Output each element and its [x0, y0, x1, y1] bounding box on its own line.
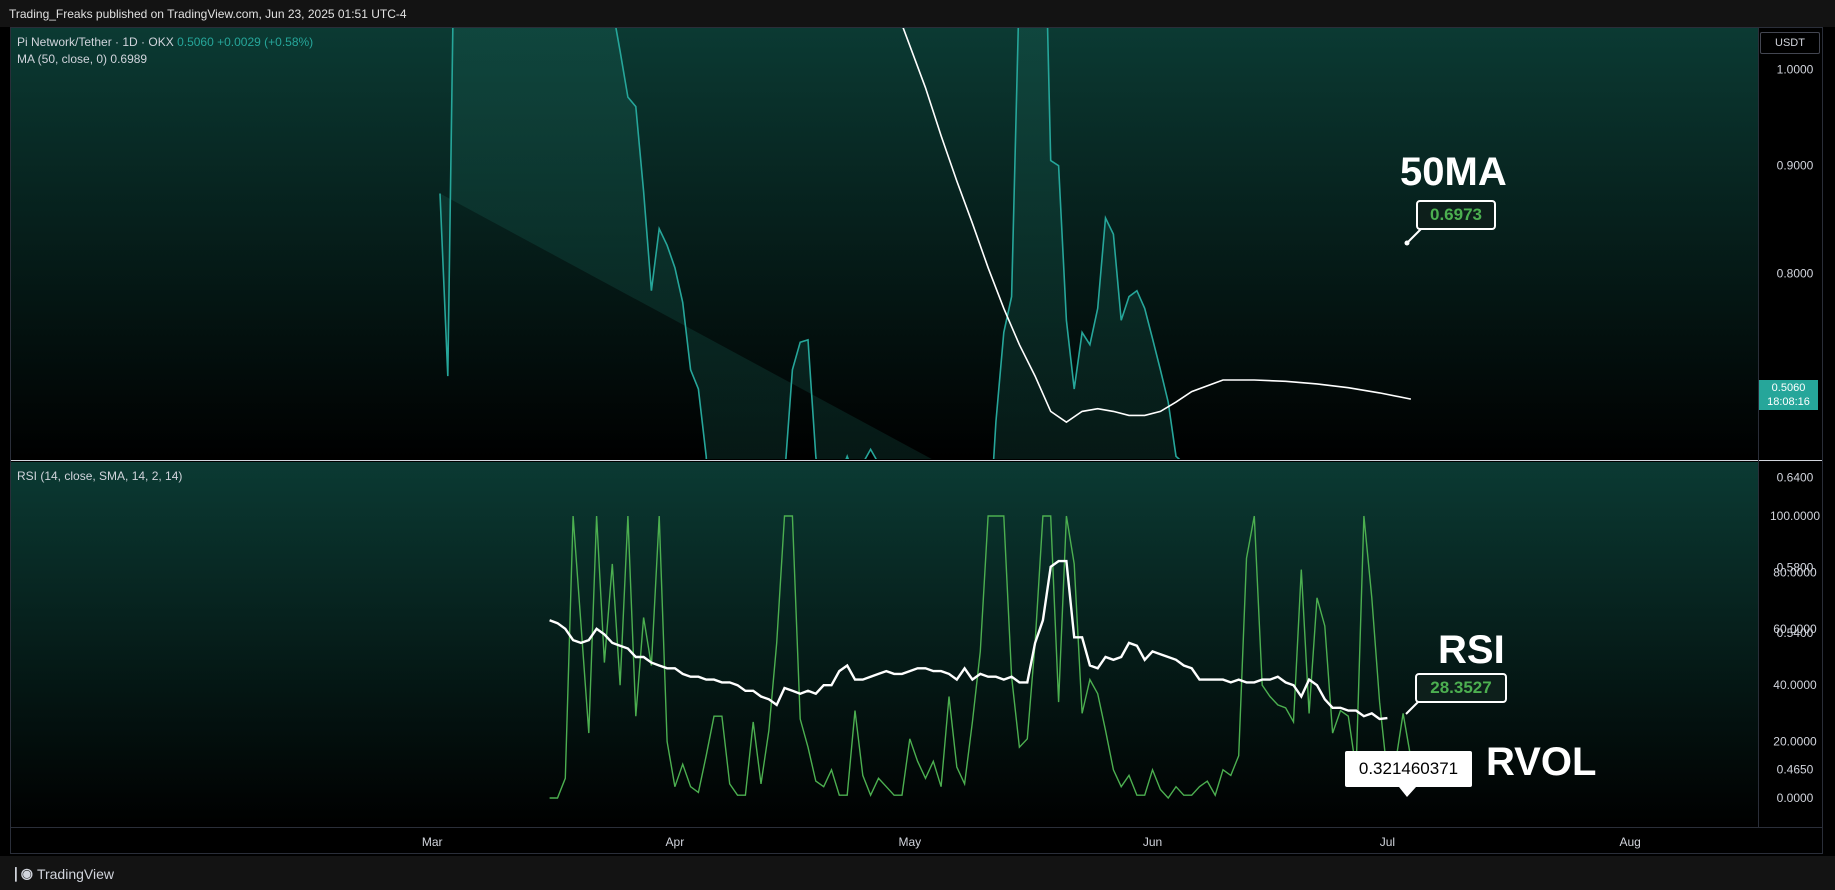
tradingview-brand: TradingView: [36, 865, 114, 882]
tradingview-logo-icon: ❘◉: [10, 865, 33, 881]
tradingview-logo[interactable]: ❘◉ TradingView: [10, 865, 114, 882]
chart-frame: [10, 27, 1823, 854]
footer-bar: [0, 856, 1835, 890]
